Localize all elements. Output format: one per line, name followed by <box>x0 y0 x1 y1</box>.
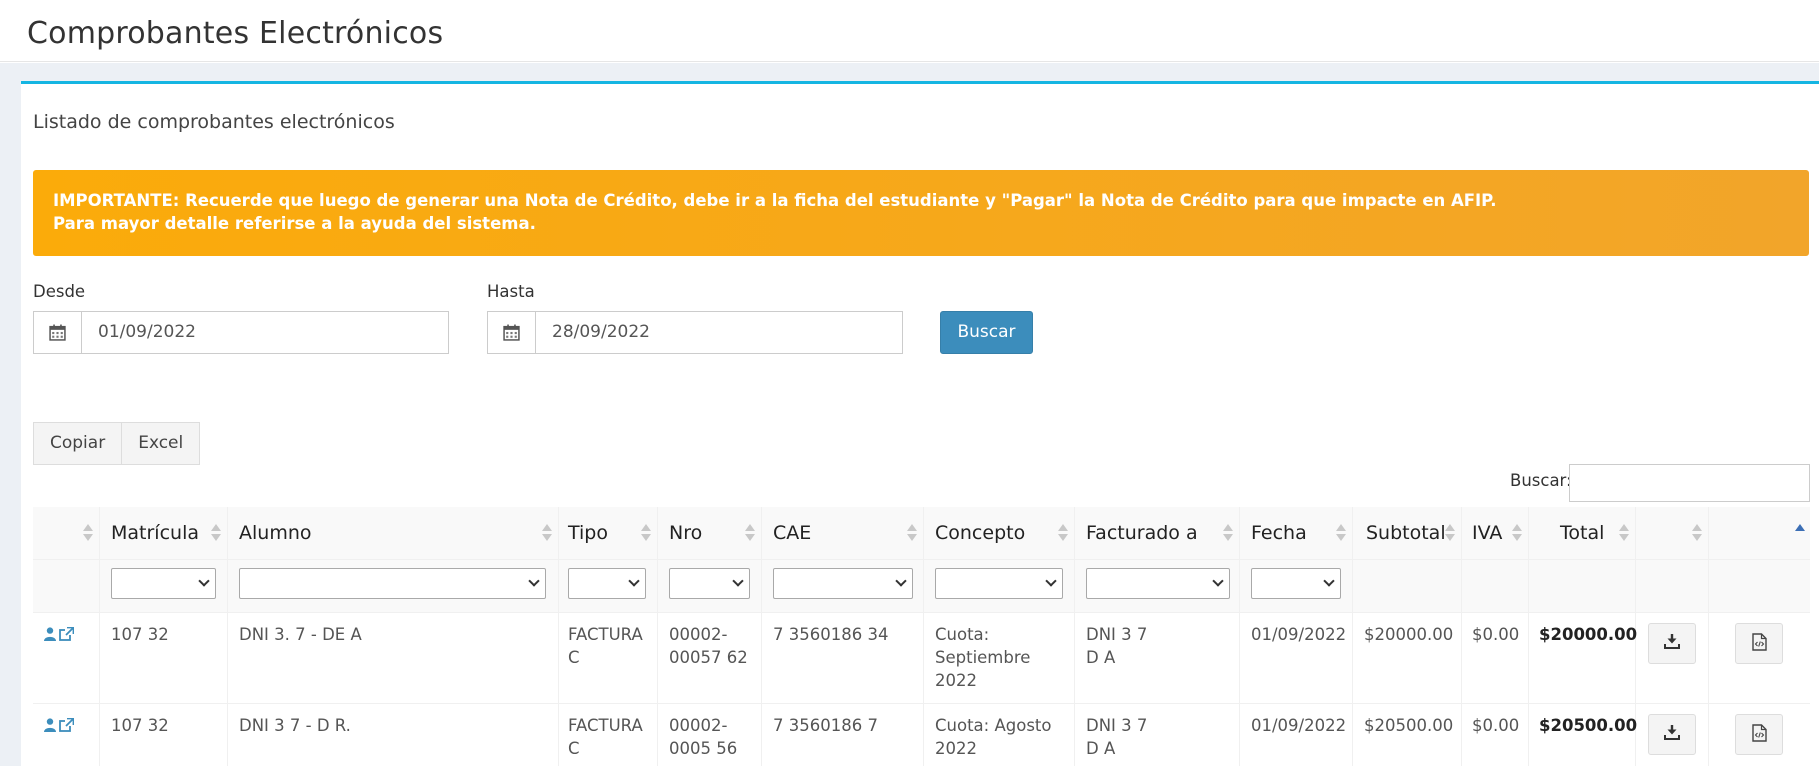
download-icon <box>1664 634 1680 653</box>
table-search-input[interactable] <box>1569 464 1810 502</box>
cell-total: $20000.00 <box>1539 625 1638 644</box>
desde-label: Desde <box>33 282 86 301</box>
cell-fecha: 01/09/2022 <box>1251 716 1347 735</box>
warning-alert: IMPORTANTE: Recuerde que luego de genera… <box>33 170 1809 256</box>
cell-iva: $0.00 <box>1472 716 1520 735</box>
col-tipo[interactable]: Tipo <box>568 522 608 544</box>
xml-file-button[interactable] <box>1735 623 1783 664</box>
sort-asc-indicator[interactable] <box>1795 524 1805 531</box>
external-link-icon[interactable] <box>59 626 75 645</box>
table-search-label: Buscar: <box>1510 471 1572 490</box>
desde-date-field[interactable]: 01/09/2022 <box>33 311 449 354</box>
cell-matricula: 107 32 <box>111 625 169 644</box>
page-title: Comprobantes Electrónicos <box>27 16 444 51</box>
col-iva[interactable]: IVA <box>1472 522 1502 544</box>
row-actions <box>44 717 75 736</box>
download-icon <box>1664 725 1680 744</box>
download-button[interactable] <box>1648 623 1696 664</box>
col-nro[interactable]: Nro <box>669 522 702 544</box>
col-fecha[interactable]: Fecha <box>1251 522 1307 544</box>
filter-nro-select[interactable] <box>669 568 750 599</box>
cell-nro: 00002- <box>669 625 728 644</box>
col-facturado-a[interactable]: Facturado a <box>1086 522 1198 544</box>
col-subtotal[interactable]: Subtotal <box>1366 522 1446 544</box>
filter-fecha-select[interactable] <box>1251 568 1341 599</box>
invoices-table: Matrícula Alumno Tipo Nro CAE Concepto F… <box>33 507 1810 766</box>
calendar-icon[interactable] <box>34 312 82 353</box>
file-code-icon <box>1751 723 1767 746</box>
sort-indicator[interactable] <box>1692 524 1702 542</box>
xml-file-button[interactable] <box>1735 714 1783 755</box>
export-button-group: Copiar Excel <box>33 422 201 465</box>
cell-total: $20500.00 <box>1539 716 1638 735</box>
col-alumno[interactable]: Alumno <box>239 522 312 544</box>
desde-input[interactable]: 01/09/2022 <box>82 312 196 353</box>
cell-iva: $0.00 <box>1472 625 1520 644</box>
cell-nro: 0005 56 <box>669 739 738 758</box>
file-code-icon <box>1751 632 1767 655</box>
sort-indicator[interactable] <box>211 524 221 542</box>
filter-cae-select[interactable] <box>773 568 913 599</box>
sort-indicator[interactable] <box>83 524 93 542</box>
cell-subtotal: $20500.00 <box>1364 716 1454 735</box>
col-matricula[interactable]: Matrícula <box>111 522 199 544</box>
cell-tipo: FACTURA <box>568 625 643 644</box>
cell-matricula: 107 32 <box>111 716 169 735</box>
cell-tipo: FACTURA <box>568 716 643 735</box>
cell-facturado: D A <box>1086 648 1116 667</box>
sort-indicator[interactable] <box>1336 524 1346 542</box>
cell-concepto: 2022 <box>935 739 977 758</box>
alert-line-1: IMPORTANTE: Recuerde que luego de genera… <box>53 191 1497 210</box>
page-header: Comprobantes Electrónicos <box>0 0 1819 62</box>
cell-tipo: C <box>568 739 580 758</box>
cell-concepto: Cuota: Agosto <box>935 716 1052 735</box>
cell-facturado: DNI 3 7 <box>1086 625 1148 644</box>
sort-indicator[interactable] <box>542 524 552 542</box>
sort-indicator[interactable] <box>1445 524 1455 542</box>
sort-indicator[interactable] <box>1619 524 1629 542</box>
filter-facturado-select[interactable] <box>1086 568 1230 599</box>
external-link-icon[interactable] <box>59 717 75 736</box>
col-cae[interactable]: CAE <box>773 522 811 544</box>
box-title: Listado de comprobantes electrónicos <box>33 111 395 133</box>
sort-indicator[interactable] <box>1223 524 1233 542</box>
cell-nro: 00057 62 <box>669 648 748 667</box>
col-concepto[interactable]: Concepto <box>935 522 1025 544</box>
cell-alumno: DNI 3. 7 - DE A <box>239 625 362 644</box>
cell-cae: 7 3560186 7 <box>773 716 878 735</box>
alert-line-2: Para mayor detalle referirse a la ayuda … <box>53 214 536 233</box>
calendar-icon[interactable] <box>488 312 536 353</box>
col-total[interactable]: Total <box>1560 522 1604 544</box>
filter-matricula-select[interactable] <box>111 568 216 599</box>
cell-alumno: DNI 3 7 - D R. <box>239 716 351 735</box>
user-icon[interactable] <box>44 717 56 736</box>
user-icon[interactable] <box>44 626 56 645</box>
cell-facturado: DNI 3 7 <box>1086 716 1148 735</box>
sort-indicator[interactable] <box>1058 524 1068 542</box>
sort-indicator[interactable] <box>1512 524 1522 542</box>
copy-button[interactable]: Copiar <box>33 422 123 465</box>
filter-concepto-select[interactable] <box>935 568 1063 599</box>
sort-indicator[interactable] <box>745 524 755 542</box>
cell-concepto: 2022 <box>935 671 977 690</box>
cell-concepto: Cuota: <box>935 625 990 644</box>
hasta-date-field[interactable]: 28/09/2022 <box>487 311 903 354</box>
cell-tipo: C <box>568 648 580 667</box>
excel-button[interactable]: Excel <box>122 422 201 465</box>
buscar-button[interactable]: Buscar <box>940 311 1033 354</box>
sort-indicator[interactable] <box>641 524 651 542</box>
cell-nro: 00002- <box>669 716 728 735</box>
sort-indicator[interactable] <box>907 524 917 542</box>
cell-subtotal: $20000.00 <box>1364 625 1454 644</box>
hasta-input[interactable]: 28/09/2022 <box>536 312 650 353</box>
cell-concepto: Septiembre <box>935 648 1031 667</box>
hasta-label: Hasta <box>487 282 535 301</box>
cell-fecha: 01/09/2022 <box>1251 625 1347 644</box>
row-actions <box>44 626 75 645</box>
cell-cae: 7 3560186 34 <box>773 625 889 644</box>
download-button[interactable] <box>1648 714 1696 755</box>
filter-alumno-select[interactable] <box>239 568 546 599</box>
filter-tipo-select[interactable] <box>568 568 646 599</box>
cell-facturado: D A <box>1086 739 1116 758</box>
